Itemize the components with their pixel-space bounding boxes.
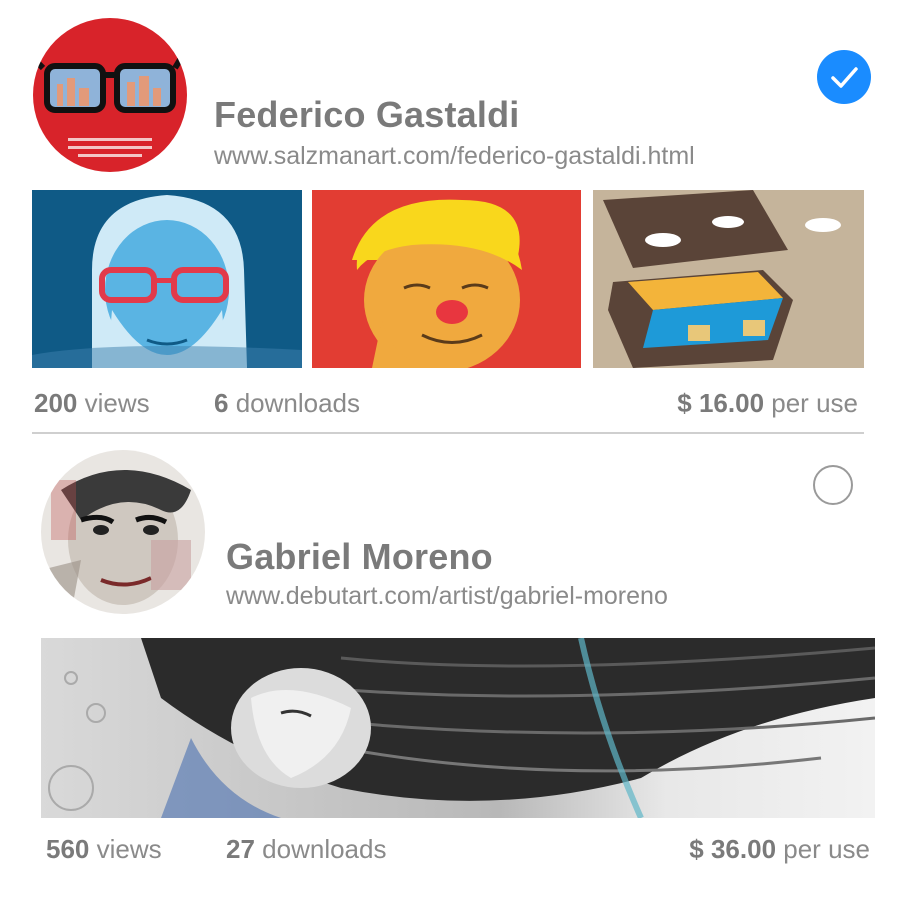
downloads-label: downloads <box>262 834 387 864</box>
select-checkbox-checked[interactable] <box>817 50 871 104</box>
views-count: 200 <box>34 388 78 418</box>
woman-flowing-hair-illustration-image <box>41 638 875 818</box>
downloads-count: 6 <box>214 388 229 418</box>
artwork-thumbnail[interactable] <box>593 190 864 368</box>
old-man-glasses-portrait-image <box>32 190 302 368</box>
views-stat: 560 views <box>46 834 162 865</box>
clown-nose-portrait-image <box>312 190 581 368</box>
checkmark-icon <box>831 67 858 88</box>
artist-name[interactable]: Federico Gastaldi <box>214 94 520 136</box>
avatar-image <box>33 18 187 172</box>
artist-name[interactable]: Gabriel Moreno <box>226 536 493 578</box>
views-label: views <box>84 388 150 418</box>
avatar <box>41 450 205 614</box>
views-count: 560 <box>46 834 90 864</box>
artwork-thumbnail[interactable] <box>32 190 302 368</box>
avatar-image <box>41 450 205 614</box>
price-suffix: per use <box>771 388 858 418</box>
downloads-count: 27 <box>226 834 255 864</box>
price-stat: $ 16.00 per use <box>677 388 858 419</box>
artist-url[interactable]: www.debutart.com/artist/gabriel-moreno <box>226 582 668 611</box>
price-suffix: per use <box>783 834 870 864</box>
empty-circle-icon <box>815 467 851 503</box>
price-stat: $ 36.00 per use <box>689 834 870 865</box>
avatar <box>33 18 187 172</box>
artwork-thumbnail[interactable] <box>41 638 875 818</box>
downloads-stat: 27 downloads <box>226 834 386 865</box>
card-divider <box>32 432 864 434</box>
views-label: views <box>96 834 162 864</box>
price-value: $ 36.00 <box>689 834 777 864</box>
price-value: $ 16.00 <box>677 388 765 418</box>
downloads-stat: 6 downloads <box>214 388 360 419</box>
artist-card-gabriel-moreno[interactable]: Gabriel Moreno www.debutart.com/artist/g… <box>0 440 900 900</box>
artist-url[interactable]: www.salzmanart.com/federico-gastaldi.htm… <box>214 142 695 171</box>
suitcase-landscape-image <box>593 190 864 368</box>
artist-card-federico-gastaldi[interactable]: Federico Gastaldi www.salzmanart.com/fed… <box>0 0 900 440</box>
downloads-label: downloads <box>235 388 361 418</box>
views-stat: 200 views <box>34 388 150 419</box>
artwork-thumbnail[interactable] <box>312 190 581 368</box>
select-checkbox-unchecked[interactable] <box>813 465 853 505</box>
